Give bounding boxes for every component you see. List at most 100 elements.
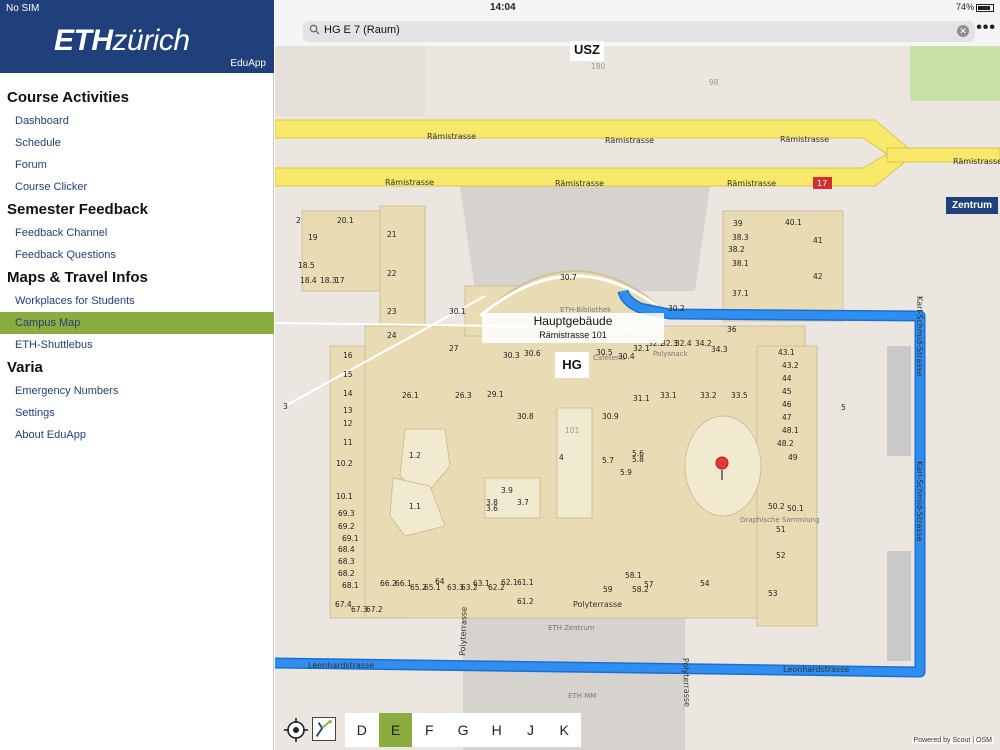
menu-item-feedback-channel[interactable]: Feedback Channel (0, 222, 274, 244)
menu-item-emergency-numbers[interactable]: Emergency Numbers (0, 380, 274, 402)
raemistrasse-road (275, 119, 916, 187)
room-label: 30.6 (524, 349, 541, 358)
room-label: 42 (813, 272, 823, 281)
room-label: 19 (308, 233, 318, 242)
zentrum-label[interactable]: Zentrum (946, 197, 998, 214)
room-label: 3.8 (486, 498, 498, 507)
map-area[interactable]: 14:04 74% HG E 7 (Raum) ✕ ••• Rämistrass… (275, 0, 1000, 750)
building-address: Rämistrasse 101 (539, 330, 607, 340)
room-label: 33.5 (731, 391, 748, 400)
menu-item-course-clicker[interactable]: Course Clicker (0, 176, 274, 198)
directions-icon[interactable] (312, 717, 336, 741)
room-label: 68.3 (338, 557, 355, 566)
menu-item-feedback-questions[interactable]: Feedback Questions (0, 244, 274, 266)
menu-item-settings[interactable]: Settings (0, 402, 274, 424)
my-location-icon[interactable] (283, 717, 309, 743)
search-bar: HG E 7 (Raum) ✕ ••• (275, 16, 1000, 46)
building-callout[interactable]: Hauptgebäude Rämistrasse 101 (482, 313, 664, 343)
room-label: 18.5 (298, 261, 315, 270)
room-label: 48.2 (777, 439, 794, 448)
bus-number: 17 (817, 179, 827, 188)
room-label: 18.4 (300, 276, 317, 285)
search-input[interactable]: HG E 7 (Raum) ✕ (303, 21, 975, 42)
street-label-raemi-3: Rämistrasse (780, 135, 829, 144)
room-label: 29.1 (487, 390, 504, 399)
room-label: 68.1 (342, 581, 359, 590)
floor-j[interactable]: J (514, 713, 548, 747)
eth-logo: ETHzürich (54, 24, 190, 58)
menu-item-campus-map[interactable]: Campus Map (0, 312, 274, 334)
room-label: 33.1 (660, 391, 677, 400)
room-label: 30.3 (503, 351, 520, 360)
room-label: 5 (841, 403, 846, 412)
room-label: 30.2 (668, 304, 685, 313)
menu-item-schedule[interactable]: Schedule (0, 132, 274, 154)
room-label: 44 (782, 374, 792, 383)
floor-e[interactable]: E (378, 713, 413, 747)
floor-g[interactable]: G (446, 713, 480, 747)
room-label: 62.1 (501, 578, 518, 587)
room-label: 38.3 (732, 233, 749, 242)
campus-map[interactable]: Rämistrasse Rämistrasse Rämistrasse Rämi… (275, 46, 1000, 750)
central-hall-101 (556, 407, 593, 519)
room-label: 48.1 (782, 426, 799, 435)
room-label: 69.2 (338, 522, 355, 531)
room-label: 45 (782, 387, 792, 396)
more-options-icon[interactable]: ••• (976, 20, 996, 36)
room-label: 36 (727, 325, 737, 334)
room-label: 30.7 (560, 273, 577, 282)
room-label: 30.5 (596, 348, 613, 357)
building-title: Hauptgebäude (533, 314, 613, 328)
app-name: EduApp (230, 58, 266, 69)
room-label: 4 (559, 453, 564, 462)
street-label-polyterrasse-1: Polyterrasse (573, 600, 622, 609)
place-label-graphische: Graphische Sammlung (740, 516, 820, 524)
room-label: 51 (776, 525, 786, 534)
menu-item-dashboard[interactable]: Dashboard (0, 110, 274, 132)
clear-search-icon[interactable]: ✕ (957, 25, 969, 37)
section-semester-feedback: Semester Feedback (7, 201, 148, 218)
street-label-raemi-2: Rämistrasse (605, 136, 654, 145)
room-label: 46 (782, 400, 792, 409)
room-label: 68.2 (338, 569, 355, 578)
floor-h[interactable]: H (480, 713, 514, 747)
room-label: 67.4 (335, 600, 352, 609)
room-label: 30.1 (449, 307, 466, 316)
street-label-raemi-7: Rämistrasse (727, 179, 776, 188)
room-label: 39 (733, 219, 743, 228)
room-label: 22 (387, 269, 397, 278)
room-label: 54 (700, 579, 710, 588)
floor-k[interactable]: K (547, 713, 581, 747)
logo-zurich: zürich (112, 24, 191, 57)
street-label-leonhard-2: Leonhardstrasse (783, 665, 849, 674)
menu-item-shuttlebus[interactable]: ETH-Shuttlebus (0, 334, 274, 356)
search-value: HG E 7 (Raum) (324, 24, 400, 36)
room-label: 10.2 (336, 459, 353, 468)
menu-item-workplaces[interactable]: Workplaces for Students (0, 290, 274, 312)
room-label: 21 (387, 230, 397, 239)
floor-f[interactable]: F (412, 713, 446, 747)
room-label: 58.1 (625, 571, 642, 580)
room-label: 15 (343, 370, 353, 379)
map-attribution[interactable]: Powered by Scout | OSM (911, 737, 994, 744)
building-code: HG (555, 352, 589, 378)
usz-label: USZ (570, 41, 604, 61)
street-label-polyterrasse-2: Polyterrasse (458, 607, 469, 656)
room-label: 26.3 (455, 391, 472, 400)
menu-item-forum[interactable]: Forum (0, 154, 274, 176)
battery-level: 74% (955, 2, 974, 12)
street-label-karl-schmid-2: Karl-Schmid-Strasse (915, 461, 924, 542)
street-label-karl-schmid-1: Karl-Schmid-Strasse (915, 296, 924, 377)
battery-status: 74% (956, 2, 994, 12)
room-label: 27 (449, 344, 459, 353)
room-label: 30.9 (602, 412, 619, 421)
room-label: 180 (591, 62, 606, 71)
menu-item-about[interactable]: About EduApp (0, 424, 274, 446)
room-label: 16 (343, 351, 353, 360)
sidebar-menu: Course Activities Dashboard Schedule For… (0, 86, 274, 446)
room-label: 13 (343, 406, 353, 415)
room-label: 14 (343, 389, 353, 398)
room-label: 47 (782, 413, 792, 422)
section-maps-travel: Maps & Travel Infos (7, 269, 148, 286)
floor-d[interactable]: D (345, 713, 379, 747)
